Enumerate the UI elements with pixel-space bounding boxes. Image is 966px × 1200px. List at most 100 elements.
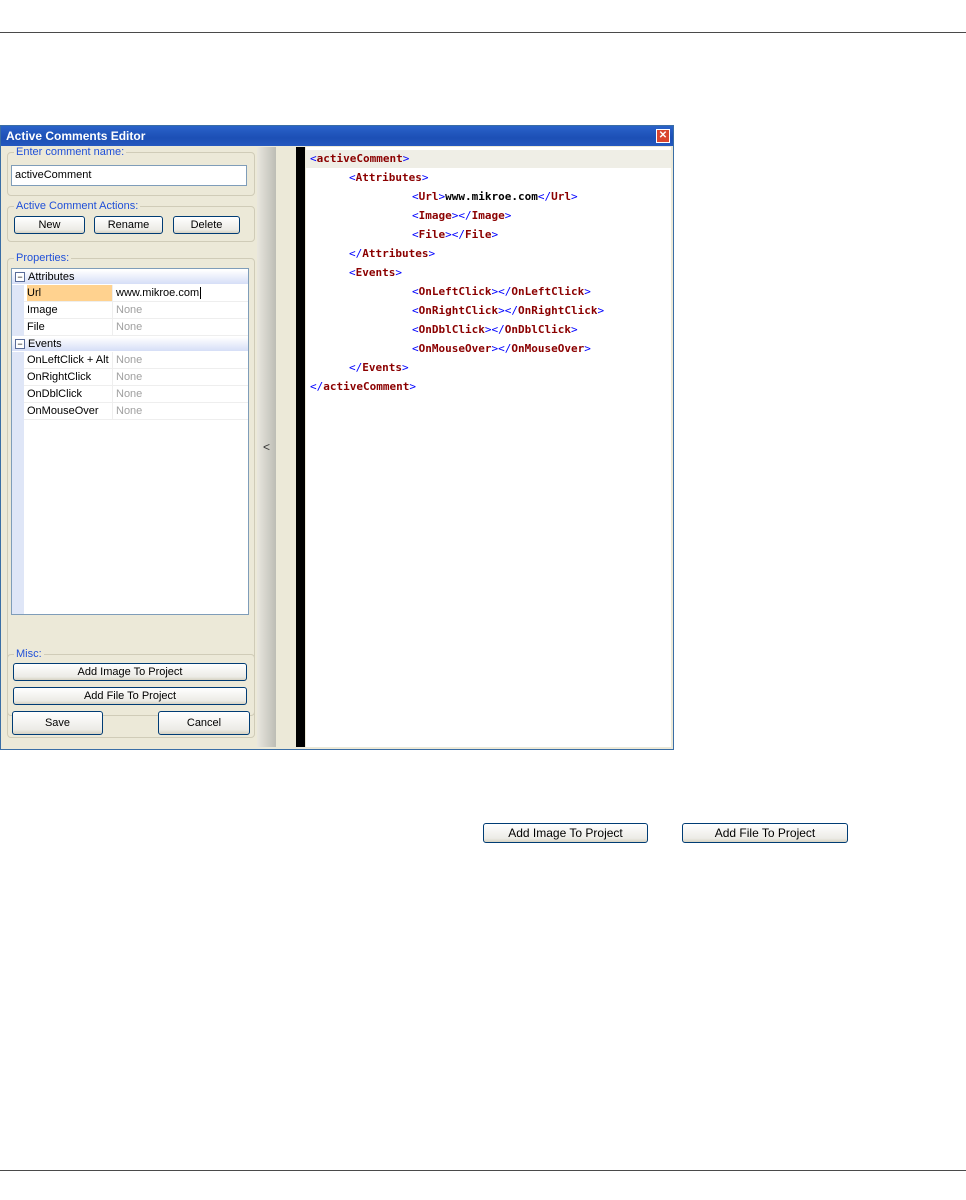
left-panel: Enter comment name: activeComment Active…: [7, 146, 257, 746]
code-line: </activeComment>: [310, 378, 416, 396]
property-row-onrightclick[interactable]: OnRightClick None: [12, 369, 248, 386]
code-bracket: </: [451, 228, 465, 241]
property-value[interactable]: None: [116, 352, 142, 368]
code-line: <OnRightClick></OnRightClick>: [412, 302, 604, 320]
code-line: <Image></Image>: [412, 207, 511, 225]
property-row-file[interactable]: File None: [12, 319, 248, 336]
code-line: <OnDblClick></OnDblClick>: [412, 321, 578, 339]
code-bracket: <: [412, 190, 419, 203]
property-value[interactable]: None: [116, 386, 142, 402]
editor-gutter-bar: [296, 147, 305, 747]
code-token: File: [465, 228, 492, 241]
property-row-ondblclick[interactable]: OnDblClick None: [12, 386, 248, 403]
code-token: OnLeftClick: [511, 285, 585, 298]
panel-splitter[interactable]: <: [257, 147, 276, 747]
bottom-rule: [0, 1170, 966, 1171]
code-bracket: >: [498, 304, 505, 317]
misc-group: Misc: Add Image To Project Add File To P…: [7, 648, 255, 716]
code-bracket: </: [310, 380, 324, 393]
new-button[interactable]: New: [14, 216, 85, 234]
collapse-icon[interactable]: −: [15, 339, 25, 349]
code-token: Attributes: [362, 247, 429, 260]
category-attributes[interactable]: − Attributes: [12, 270, 248, 284]
code-token: Image: [471, 209, 505, 222]
code-bracket: >: [597, 304, 605, 317]
collapse-arrow-icon[interactable]: <: [263, 440, 270, 454]
property-value[interactable]: None: [116, 319, 142, 335]
code-line: <activeComment>: [310, 150, 409, 168]
property-row-onleftclick[interactable]: OnLeftClick + Alt None: [12, 352, 248, 369]
code-token: Events: [362, 361, 402, 374]
code-bracket: <: [349, 171, 356, 184]
code-token: OnMouseOver: [511, 342, 585, 355]
add-file-to-project-button[interactable]: Add File To Project: [13, 687, 247, 705]
code-bracket: >: [445, 228, 452, 241]
comment-actions-group: Active Comment Actions: New Rename Delet…: [7, 200, 255, 242]
code-editor: <activeComment> <Attributes> <Url>www.mikr…: [277, 147, 671, 747]
row-gutter: [12, 369, 24, 386]
code-bracket: >: [421, 171, 429, 184]
code-line: <Events>: [349, 264, 402, 282]
code-bracket: <: [412, 285, 419, 298]
property-row-url[interactable]: Url www.mikroe.com: [12, 285, 248, 302]
code-bracket: </: [491, 323, 505, 336]
save-button[interactable]: Save: [12, 711, 103, 735]
code-token: OnDblClick: [504, 323, 571, 336]
row-gutter: [12, 319, 24, 336]
misc-legend: Misc:: [14, 648, 44, 661]
code-bracket: >: [584, 342, 591, 355]
window-title: Active Comments Editor: [6, 129, 146, 143]
row-gutter: [12, 302, 24, 319]
code-bracket: </: [498, 342, 512, 355]
property-value-url[interactable]: www.mikroe.com: [116, 285, 202, 301]
code-bracket: >: [402, 152, 410, 165]
row-gutter: [12, 285, 24, 302]
code-area[interactable]: <activeComment> <Attributes> <Url>www.mikr…: [306, 147, 671, 747]
code-bracket: >: [504, 209, 512, 222]
delete-button[interactable]: Delete: [173, 216, 240, 234]
add-image-to-project-button[interactable]: Add Image To Project: [13, 663, 247, 681]
top-rule: [0, 32, 966, 33]
code-bracket: </: [349, 361, 363, 374]
comment-name-group: Enter comment name: activeComment: [7, 146, 255, 196]
property-value[interactable]: None: [116, 369, 142, 385]
code-bracket: <: [412, 209, 419, 222]
code-bracket: <: [412, 323, 419, 336]
rename-button[interactable]: Rename: [94, 216, 163, 234]
code-token: OnLeftClick: [418, 285, 492, 298]
standalone-add-image-button[interactable]: Add Image To Project: [483, 823, 648, 843]
comment-actions-legend: Active Comment Actions:: [14, 200, 141, 213]
code-token: Image: [418, 209, 452, 222]
row-gutter: [12, 352, 24, 369]
code-line: <File></File>: [412, 226, 498, 244]
standalone-add-file-button[interactable]: Add File To Project: [682, 823, 848, 843]
close-icon[interactable]: ✕: [656, 129, 670, 143]
property-row-onmouseover[interactable]: OnMouseOver None: [12, 403, 248, 420]
code-bracket: </: [537, 190, 552, 203]
code-bracket: >: [584, 285, 591, 298]
code-line: </Events>: [349, 359, 409, 377]
code-bracket: </: [458, 209, 472, 222]
code-line: <OnLeftClick></OnLeftClick>: [412, 283, 591, 301]
properties-legend: Properties:: [14, 252, 72, 265]
property-value[interactable]: None: [116, 302, 142, 318]
category-events[interactable]: − Events: [12, 337, 248, 351]
code-bracket: >: [570, 323, 578, 336]
property-value[interactable]: None: [116, 403, 142, 419]
code-bracket: >: [428, 247, 436, 260]
code-token: Url: [551, 190, 571, 203]
cancel-button[interactable]: Cancel: [158, 711, 250, 735]
row-gutter: [12, 403, 24, 420]
code-bracket: <: [412, 342, 419, 355]
comment-name-input[interactable]: activeComment: [11, 165, 247, 186]
collapse-icon[interactable]: −: [15, 272, 25, 282]
code-bracket: >: [409, 380, 416, 393]
code-token: activeComment: [316, 152, 403, 165]
url-value-text[interactable]: www.mikroe.com: [116, 287, 199, 299]
property-name: OnMouseOver: [27, 403, 113, 419]
code-bracket: <: [349, 266, 356, 279]
code-bracket: >: [402, 361, 409, 374]
property-row-image[interactable]: Image None: [12, 302, 248, 319]
code-bracket: </: [498, 285, 512, 298]
code-bracket: <: [412, 228, 419, 241]
